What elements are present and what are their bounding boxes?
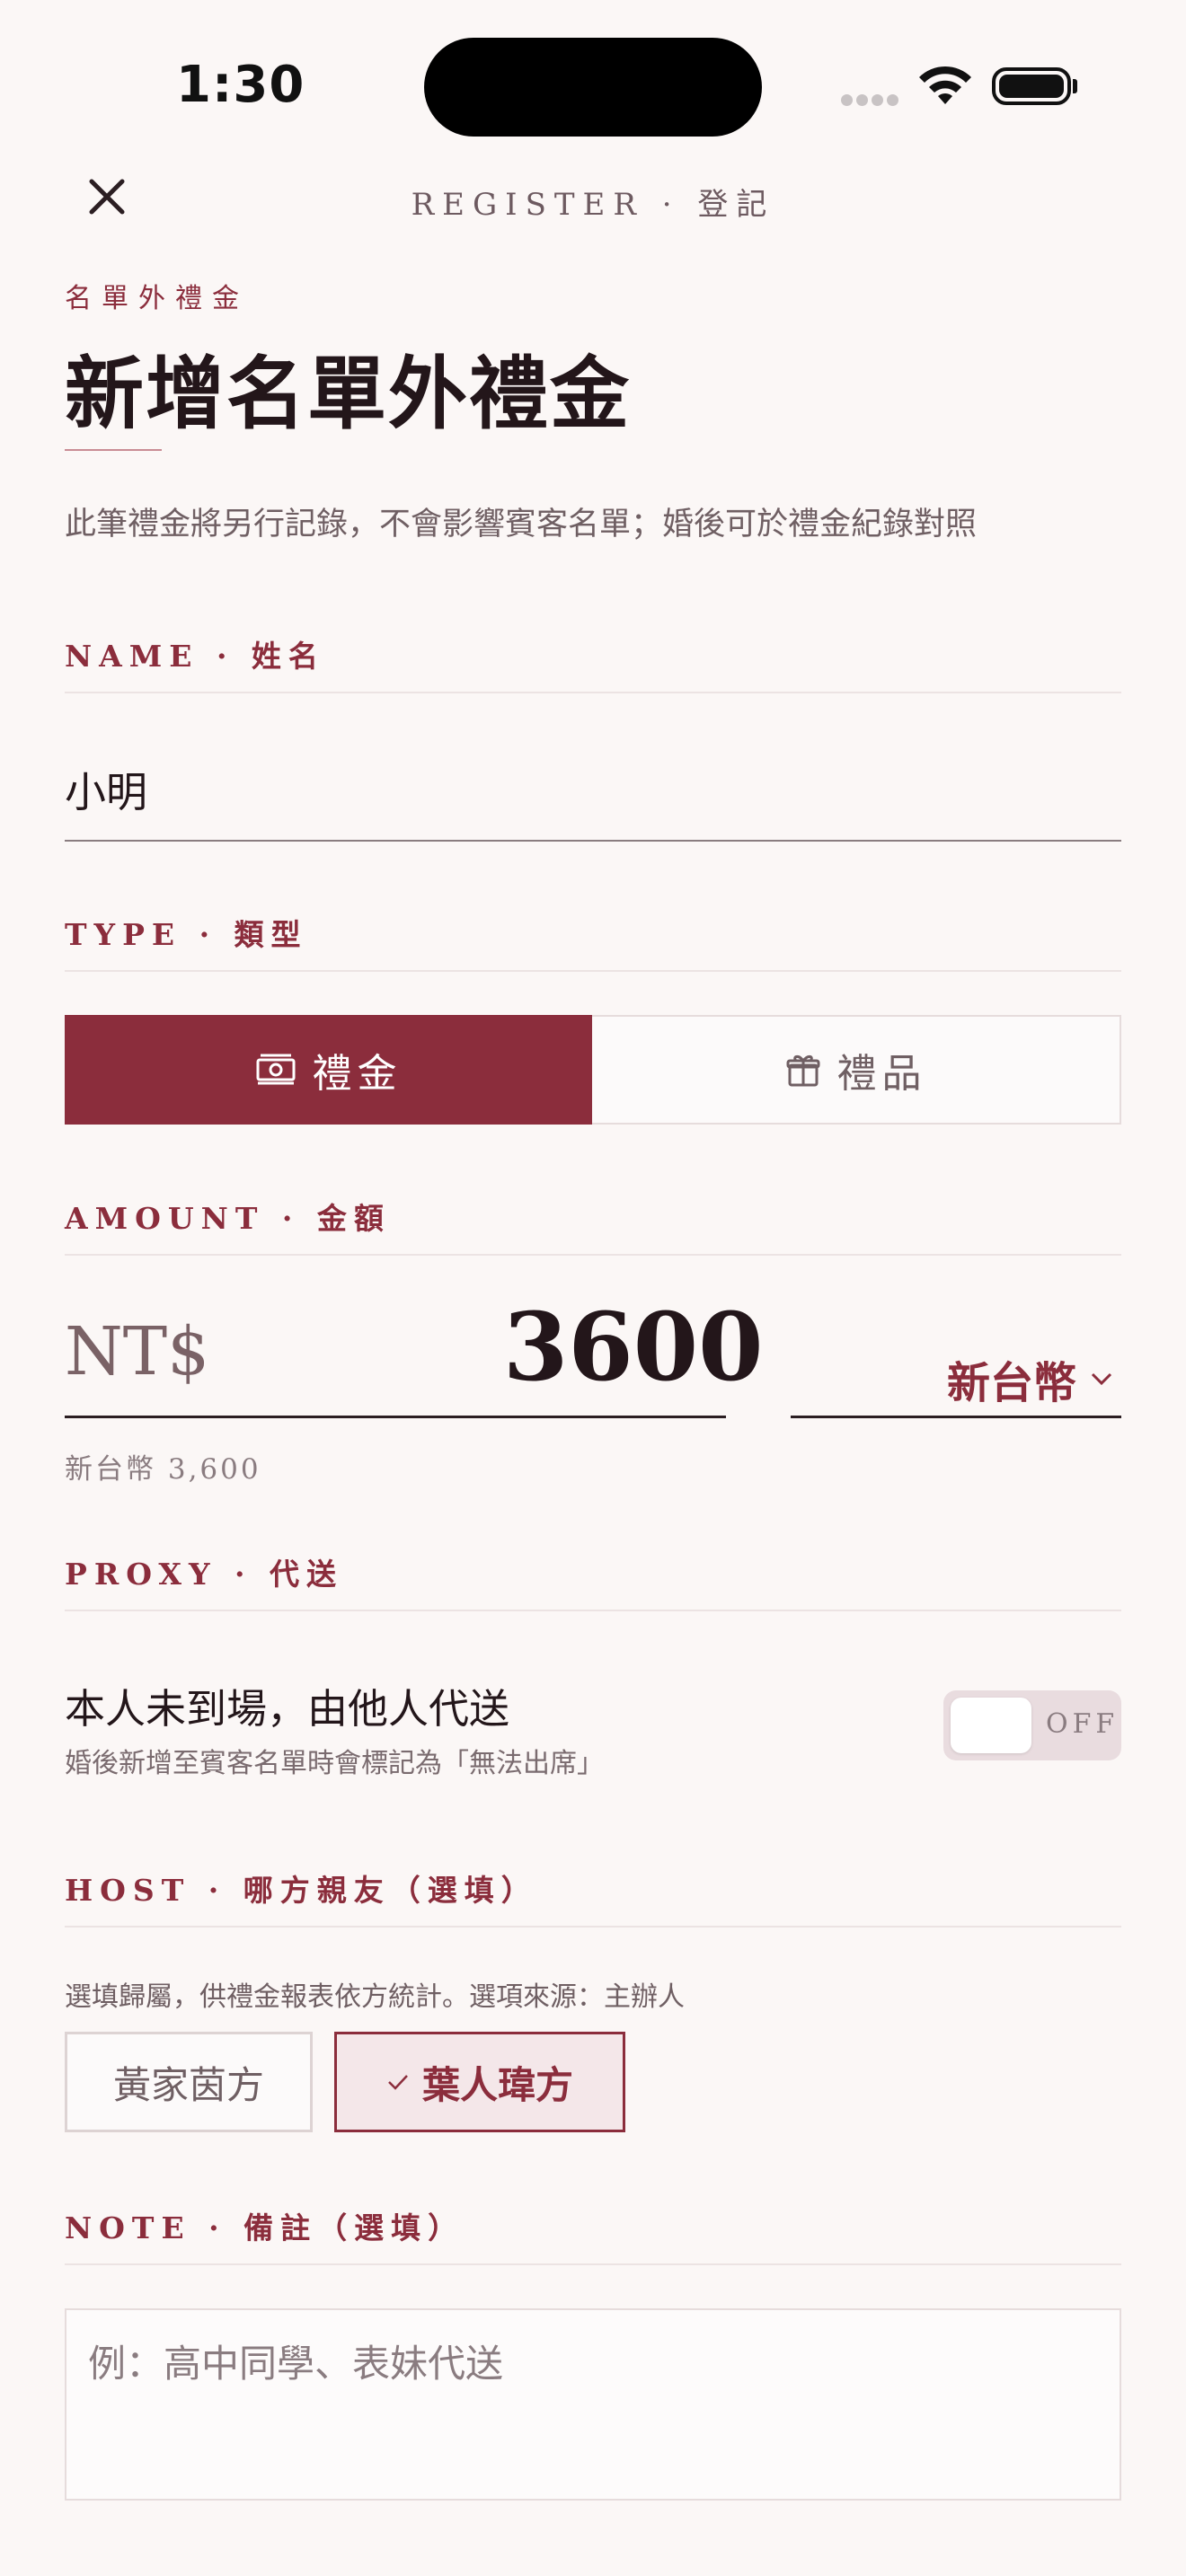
battery-tip <box>1073 79 1077 93</box>
cellular-signal-icon <box>841 93 902 110</box>
page-title: 新增名單外禮金 <box>65 347 632 440</box>
name-input-underline <box>65 840 1121 842</box>
proxy-toggle[interactable]: OFF <box>943 1690 1121 1760</box>
host-option-label: 葉人瑋方 <box>421 2062 573 2107</box>
page-description: 此筆禮金將另行記錄，不會影響賓客名單；婚後可於禮金紀錄對照 <box>65 507 978 543</box>
type-segmented-control: 禮金 禮品 <box>65 1015 1121 1125</box>
host-option-bride[interactable]: 黃家茵方 <box>65 2032 313 2132</box>
host-option-label: 黃家茵方 <box>112 2062 264 2107</box>
note-section-divider <box>65 2263 1121 2265</box>
nav-title: REGISTER · 登記 <box>411 187 775 223</box>
amount-section-divider <box>65 1254 1121 1256</box>
type-option-label: 禮品 <box>836 1051 927 1097</box>
status-time: 1:30 <box>176 56 305 114</box>
type-option-cash[interactable]: 禮金 <box>65 1015 592 1125</box>
banknote-icon <box>256 1054 295 1085</box>
currency-select-underline <box>791 1416 1121 1418</box>
currency-prefix: NT$ <box>65 1313 210 1390</box>
page-eyebrow: 名單外禮金 <box>65 283 249 314</box>
note-section-label: NOTE · 備註（選填） <box>65 2210 465 2245</box>
amount-input-underline <box>65 1416 726 1418</box>
amount-helper-text: 新台幣 3,600 <box>65 1453 261 1486</box>
wifi-icon <box>919 66 971 104</box>
dynamic-island <box>424 38 762 137</box>
host-section-divider <box>65 1926 1121 1928</box>
checkmark-icon <box>388 2075 408 2090</box>
note-placeholder: 例：高中同學、表妹代送 <box>88 2342 504 2386</box>
toggle-state-label: OFF <box>1046 1708 1120 1740</box>
title-divider <box>65 449 162 451</box>
name-section-divider <box>65 692 1121 693</box>
proxy-title: 本人未到場，由他人代送 <box>65 1685 510 1733</box>
gift-icon <box>786 1054 819 1087</box>
proxy-subtitle: 婚後新增至賓客名單時會標記為「無法出席」 <box>65 1748 604 1779</box>
host-option-groom[interactable]: 葉人瑋方 <box>334 2032 625 2132</box>
type-section-divider <box>65 970 1121 972</box>
amount-section-label: AMOUNT · 金額 <box>65 1201 391 1236</box>
toggle-knob <box>951 1698 1031 1753</box>
proxy-section-divider <box>65 1610 1121 1611</box>
currency-select-value: 新台幣 <box>947 1358 1077 1408</box>
name-input[interactable]: 小明 <box>65 760 147 819</box>
currency-select[interactable]: 新台幣 <box>947 1347 1114 1410</box>
battery-icon <box>992 67 1071 105</box>
host-hint: 選填歸屬，供禮金報表依方統計。選項來源：主辦人 <box>65 1981 685 2013</box>
chevron-down-icon <box>1091 1372 1112 1386</box>
type-option-label: 禮金 <box>312 1051 403 1097</box>
type-section-label: TYPE · 類型 <box>65 917 308 952</box>
proxy-section-label: PROXY · 代送 <box>65 1557 344 1592</box>
type-option-gift[interactable]: 禮品 <box>592 1017 1120 1123</box>
amount-input[interactable]: 3600 <box>503 1292 763 1402</box>
host-section-label: HOST · 哪方親友（選填） <box>65 1873 538 1908</box>
name-section-label: NAME · 姓名 <box>65 639 325 674</box>
